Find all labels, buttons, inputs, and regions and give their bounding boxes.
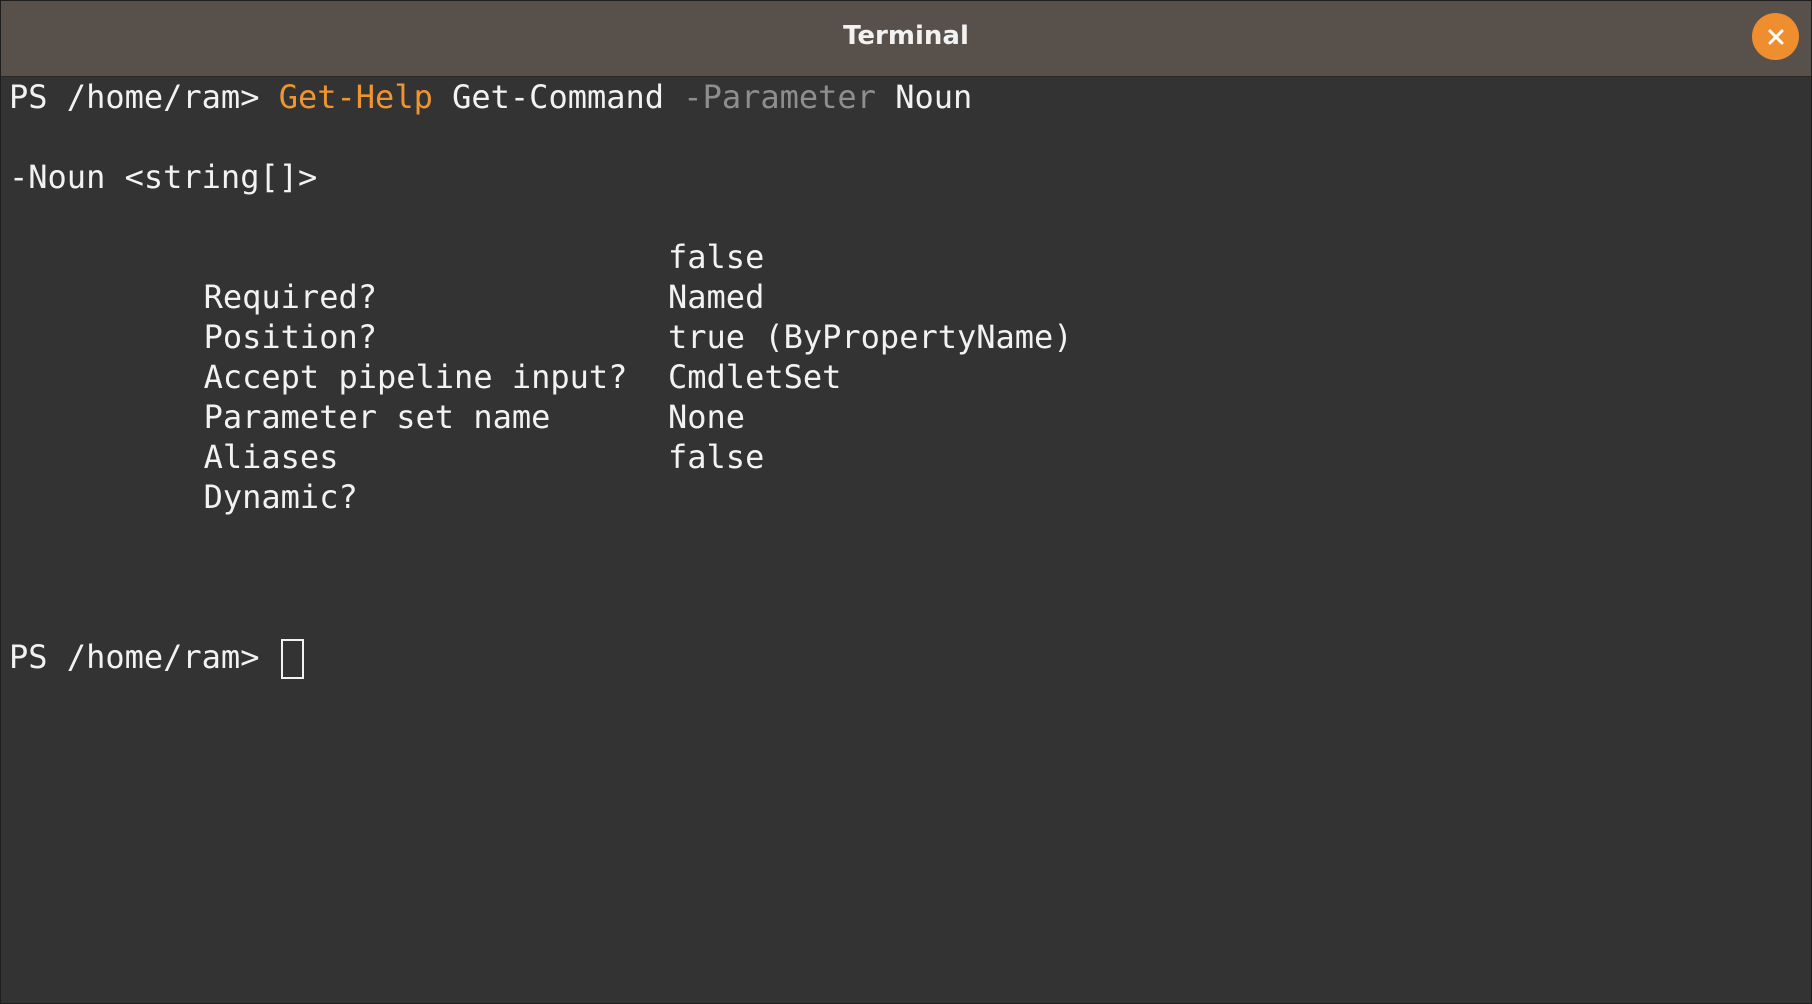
property-row: Dynamic? false [88, 437, 765, 516]
property-row: Required? false [88, 237, 765, 316]
property-row: Aliases None [88, 397, 745, 476]
terminal-window: Terminal PS /home/ram> Get-Help Get-Comm… [0, 0, 1812, 1004]
property-row: Position? Named [88, 277, 765, 356]
property-label: Dynamic? [203, 478, 358, 516]
argument-token: Get-Command [452, 78, 665, 116]
title-bar[interactable]: Terminal [1, 1, 1811, 77]
property-row: Parameter set name CmdletSet [88, 357, 842, 436]
text-cursor [280, 639, 304, 679]
current-prompt-line[interactable]: PS /home/ram> [9, 637, 304, 679]
window-title: Terminal [843, 21, 969, 51]
property-value: true (ByPropertyName) [668, 318, 1073, 356]
parameter-value-token: Noun [895, 78, 973, 116]
property-value: None [668, 398, 746, 436]
cmdlet-token: Get-Help [278, 78, 433, 116]
prompt-text: PS /home/ram> [9, 78, 279, 116]
property-row: Accept pipeline input? true (ByPropertyN… [88, 317, 1073, 396]
command-line: PS /home/ram> Get-Help Get-Command -Para… [9, 77, 972, 117]
terminal-output-area[interactable]: PS /home/ram> Get-Help Get-Command -Para… [9, 77, 1803, 1003]
close-icon [1768, 29, 1783, 44]
close-button[interactable] [1752, 13, 1799, 60]
property-value: CmdletSet [668, 358, 842, 396]
property-value: false [668, 238, 765, 276]
prompt-text: PS /home/ram> [9, 638, 279, 676]
property-value: Named [668, 278, 765, 316]
property-value: false [668, 438, 765, 476]
parameter-token: -Parameter [683, 78, 876, 116]
parameter-header: -Noun <string[]> [9, 158, 318, 196]
